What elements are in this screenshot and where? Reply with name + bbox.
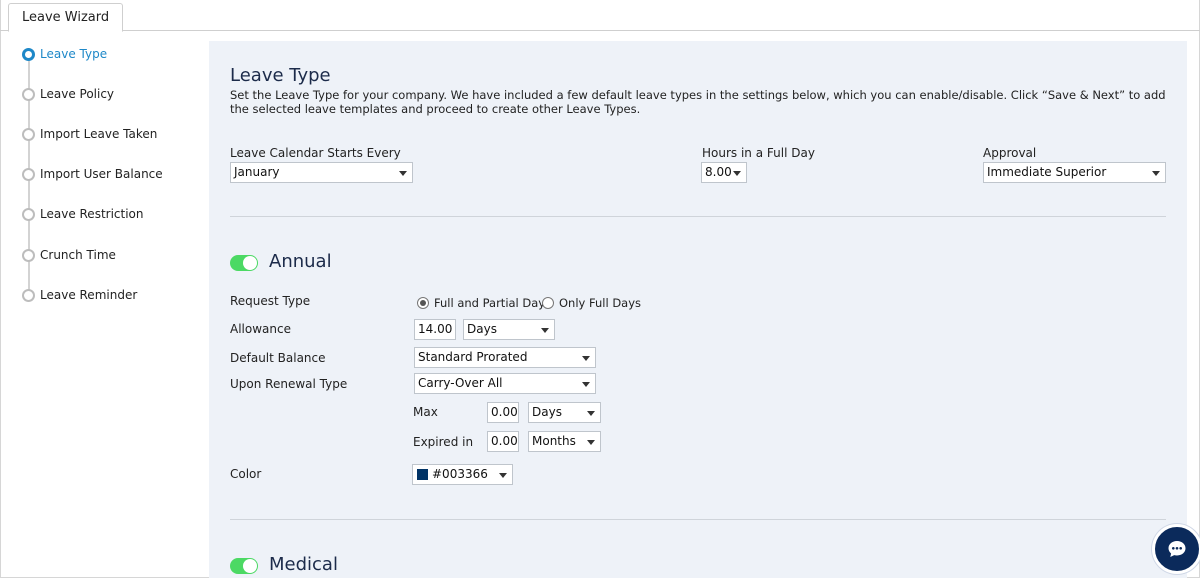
hours-full-day-label: Hours in a Full Day [702, 146, 815, 160]
max-unit-value: Days [532, 405, 562, 419]
max-label: Max [413, 405, 438, 419]
step-leave-reminder[interactable]: Leave Reminder [20, 285, 137, 305]
allowance-input[interactable]: 14.00 [414, 319, 456, 340]
divider [230, 519, 1166, 520]
tab-bar: Leave Wizard [0, 0, 1200, 32]
step-label: Leave Restriction [40, 207, 144, 221]
medical-section-title: Medical [269, 554, 338, 575]
chevron-down-icon [499, 473, 507, 478]
chevron-down-icon [733, 171, 741, 176]
expired-in-input[interactable]: 0.00 [487, 431, 519, 452]
approval-value: Immediate Superior [987, 165, 1107, 179]
chat-bubble-icon [1168, 541, 1186, 557]
max-input[interactable]: 0.00 [487, 402, 519, 423]
default-balance-select[interactable]: Standard Prorated [414, 347, 596, 368]
max-unit-select[interactable]: Days [528, 402, 601, 423]
expired-in-unit-select[interactable]: Months [528, 431, 601, 452]
color-label: Color [230, 467, 262, 481]
page-title: Leave Type [230, 65, 331, 86]
chat-launcher-button[interactable] [1152, 524, 1200, 574]
request-type-label: Request Type [230, 294, 311, 308]
annual-section-title: Annual [269, 251, 332, 272]
chevron-down-icon [582, 382, 590, 387]
step-label: Leave Type [40, 47, 108, 61]
default-balance-label: Default Balance [230, 351, 326, 365]
color-value: #003366 [432, 467, 488, 481]
hours-full-day-value: 8.00 [705, 165, 732, 179]
step-leave-type[interactable]: Leave Type [20, 44, 107, 64]
color-swatch [417, 469, 428, 480]
hours-full-day-select[interactable]: 8.00 [701, 162, 747, 183]
calendar-start-value: January [234, 165, 280, 179]
annual-enable-toggle[interactable] [230, 255, 258, 271]
step-crunch-time[interactable]: Crunch Time [20, 245, 116, 265]
step-label: Import User Balance [40, 167, 163, 181]
chevron-down-icon [541, 328, 549, 333]
step-dot-icon [22, 248, 35, 262]
allowance-unit-value: Days [467, 322, 497, 336]
step-label: Import Leave Taken [40, 127, 158, 141]
color-picker[interactable]: #003366 [412, 464, 513, 485]
medical-enable-toggle[interactable] [230, 558, 258, 574]
expired-in-label: Expired in [413, 435, 474, 449]
calendar-start-select[interactable]: January [230, 162, 413, 183]
approval-select[interactable]: Immediate Superior [983, 162, 1166, 183]
step-label: Leave Policy [40, 87, 115, 101]
radio-selected-icon [417, 297, 429, 309]
step-leave-restriction[interactable]: Leave Restriction [20, 204, 144, 224]
divider [230, 216, 1166, 217]
step-dot-icon [22, 127, 35, 141]
step-import-leave-taken[interactable]: Import Leave Taken [20, 124, 157, 144]
allowance-unit-select[interactable]: Days [463, 319, 555, 340]
radio-full-and-partial-days[interactable]: Full and Partial Days [417, 296, 551, 310]
step-dot-icon [22, 87, 35, 101]
radio-label: Full and Partial Days [434, 296, 552, 310]
radio-only-full-days[interactable]: Only Full Days [542, 296, 641, 310]
radio-unselected-icon [542, 297, 554, 309]
step-dot-icon [22, 288, 35, 302]
step-label: Crunch Time [40, 248, 116, 262]
main-panel: Leave Type Set the Leave Type for your c… [209, 41, 1187, 578]
approval-label: Approval [983, 146, 1037, 160]
chevron-down-icon [587, 411, 595, 416]
toggle-knob [243, 256, 257, 270]
page-description: Set the Leave Type for your company. We … [230, 88, 1166, 116]
radio-label: Only Full Days [559, 296, 642, 310]
step-import-user-balance[interactable]: Import User Balance [20, 164, 163, 184]
toggle-knob [243, 559, 257, 573]
step-label: Leave Reminder [40, 288, 138, 302]
chevron-down-icon [399, 171, 407, 176]
renewal-type-label: Upon Renewal Type [230, 377, 348, 391]
calendar-start-label: Leave Calendar Starts Every [230, 146, 401, 160]
allowance-label: Allowance [230, 322, 291, 336]
step-dot-icon [22, 207, 35, 221]
default-balance-value: Standard Prorated [418, 350, 528, 364]
renewal-type-select[interactable]: Carry-Over All [414, 373, 596, 394]
step-dot-icon [22, 47, 35, 61]
chevron-down-icon [1152, 171, 1160, 176]
step-leave-policy[interactable]: Leave Policy [20, 84, 114, 104]
renewal-type-value: Carry-Over All [418, 376, 503, 390]
chevron-down-icon [587, 440, 595, 445]
tab-leave-wizard[interactable]: Leave Wizard [8, 3, 124, 32]
expired-in-unit-value: Months [532, 434, 576, 448]
chevron-down-icon [582, 356, 590, 361]
step-dot-icon [22, 167, 35, 181]
